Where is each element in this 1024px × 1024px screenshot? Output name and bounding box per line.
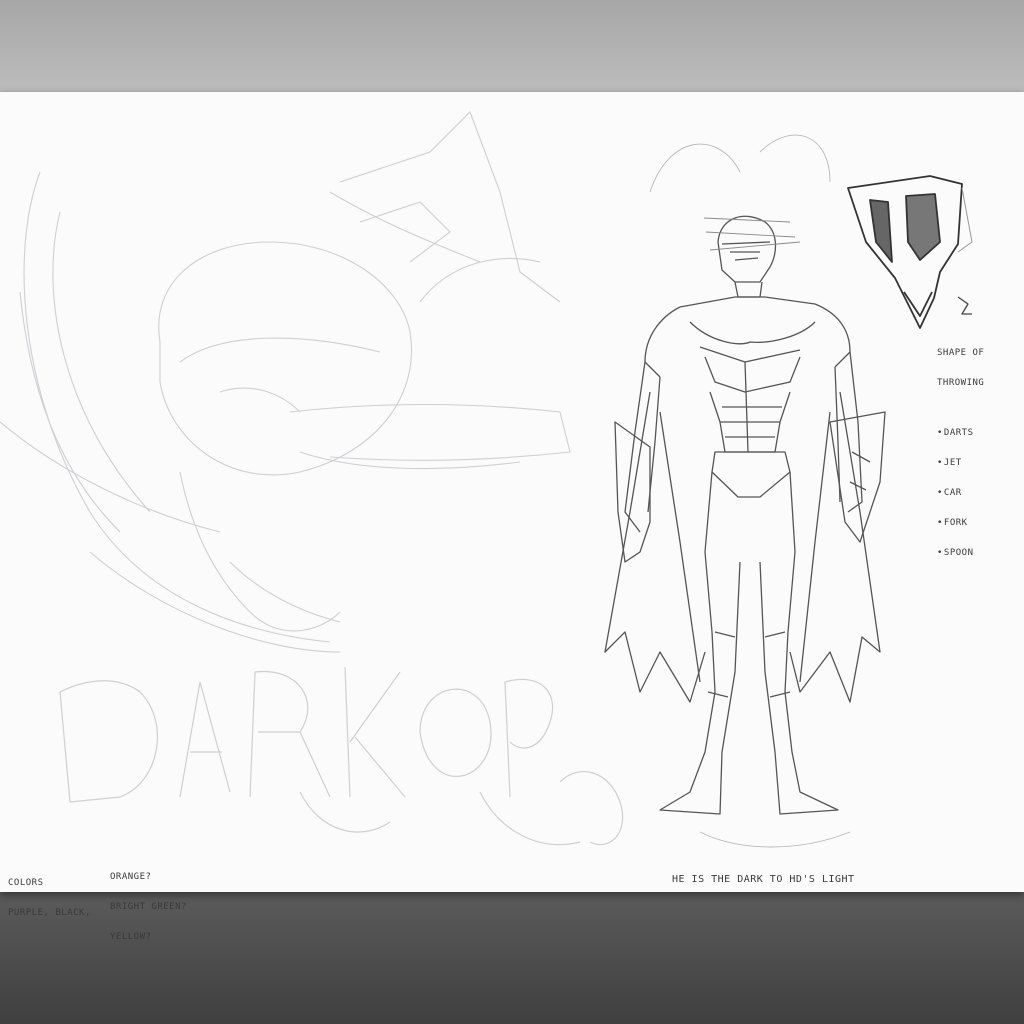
light-title-lettering: [59, 666, 624, 846]
colors-note-line-1: PURPLE, BLACK,: [8, 908, 91, 918]
colors-alt-orange: ORANGE?: [110, 872, 152, 882]
colors-alt-yellow: YELLOW?: [110, 932, 152, 942]
emblem-note-item: SPOON: [937, 548, 984, 558]
emblem-note-heading-2: THROWING: [937, 378, 985, 388]
sketch-drawing: [0, 111, 973, 848]
top-backdrop: [0, 0, 1024, 92]
emblem-note-item: CAR: [937, 488, 984, 498]
caption-note: HE IS THE DARK TO HD'S LIGHT: [672, 874, 855, 885]
light-duck-head-sketch: [0, 111, 571, 653]
emblem-note: SHAPE OF THROWING DARTS JET CAR FORK SPO…: [937, 328, 984, 598]
sketch-paper: SHAPE OF THROWING DARTS JET CAR FORK SPO…: [0, 92, 1024, 942]
colors-alt-green: BRIGHT GREEN?: [110, 902, 187, 912]
figure-sketch: [604, 134, 886, 848]
emblem-note-item: JET: [937, 458, 984, 468]
emblem-note-item: DARTS: [937, 428, 984, 438]
colors-alternatives-note: ORANGE? BRIGHT GREEN? YELLOW?: [110, 852, 187, 962]
emblem-sketch: [847, 175, 973, 329]
emblem-note-list: DARTS JET CAR FORK SPOON: [937, 408, 984, 578]
colors-note-label: COLORS: [8, 878, 44, 888]
emblem-note-heading-1: SHAPE OF: [937, 348, 985, 358]
emblem-note-item: FORK: [937, 518, 984, 528]
colors-note: COLORS PURPLE, BLACK,: [8, 858, 91, 938]
